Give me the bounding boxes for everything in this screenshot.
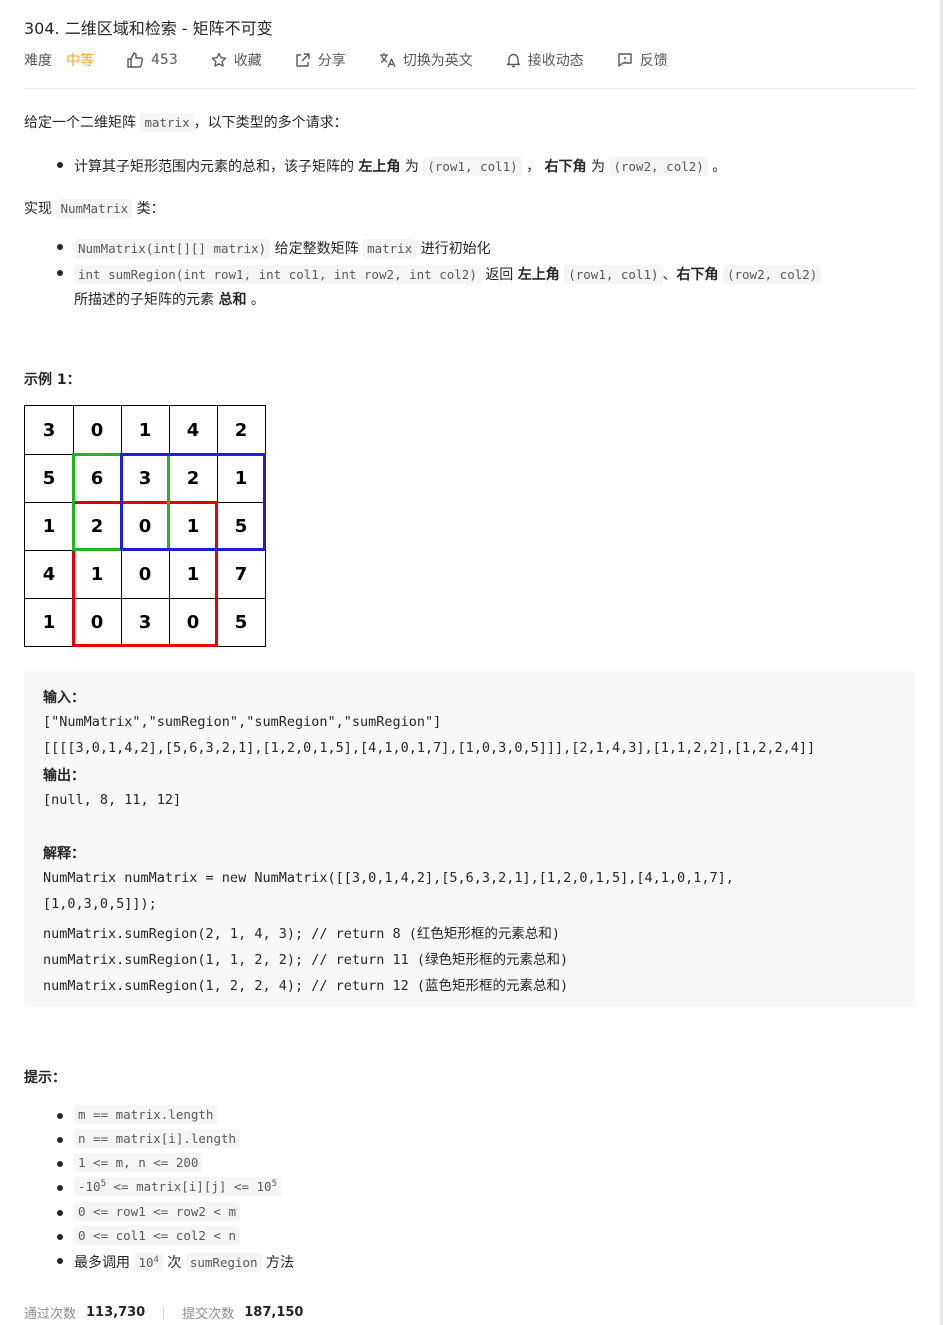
divider <box>24 88 915 89</box>
star-icon <box>211 52 226 67</box>
blue-region-box <box>120 453 266 551</box>
matrix-cell: 5 <box>234 611 248 633</box>
bullet-dot <box>57 1234 63 1240</box>
favorite-label: 收藏 <box>233 53 262 69</box>
method-sumregion-cont: 所描述的子矩阵的元素 总和 。 <box>74 292 265 308</box>
matrix-cell: 0 <box>90 419 104 441</box>
switch-language-button[interactable]: 切换为英文 <box>379 50 473 70</box>
explain-line-4: numMatrix.sumRegion(1, 1, 2, 2); // retu… <box>43 952 569 968</box>
share-label: 分享 <box>317 53 346 69</box>
hint-item: m == matrix.length <box>74 1105 218 1124</box>
hint-item: -105 <= matrix[i][j] <= 105 <box>74 1177 281 1196</box>
bell-icon <box>506 53 520 68</box>
hints-heading: 提示： <box>24 1070 66 1086</box>
accepted-label: 通过次数 <box>24 1307 77 1322</box>
explain-label: 解释： <box>43 846 85 862</box>
hint-item: 0 <= row1 <= row2 < m <box>74 1202 241 1221</box>
favorite-button[interactable]: 收藏 <box>211 50 262 70</box>
bullet-dot <box>57 270 63 276</box>
matrix-cell: 1 <box>42 515 56 537</box>
problem-meta-bar: 难度 中等 453 收藏 分享 切换为英文 接收动态 反馈 <box>24 50 701 70</box>
explain-line-3: numMatrix.sumRegion(2, 1, 4, 3); // retu… <box>43 926 561 942</box>
feedback-button[interactable]: 反馈 <box>617 50 668 70</box>
submitted-label: 提交次数 <box>182 1307 235 1322</box>
request-description: 计算其子矩形范围内元素的总和，该子矩阵的 左上角 为 (row1, col1) … <box>74 157 727 176</box>
method-constructor: NumMatrix(int[][] matrix) 给定整数矩阵 matrix … <box>74 238 491 258</box>
share-icon <box>296 53 310 67</box>
example-matrix-image: 3014256321120154101710305 <box>24 405 266 647</box>
difficulty-badge: 中等 <box>66 53 94 69</box>
example-heading: 示例 1： <box>24 372 81 388</box>
explain-line-1: NumMatrix numMatrix = new NumMatrix([[3,… <box>43 870 734 886</box>
bullet-dot <box>57 1113 63 1119</box>
input-line-2: [[[[3,0,1,4,2],[5,6,3,2,1],[1,2,0,1,5],[… <box>43 740 816 756</box>
switch-language-label: 切换为英文 <box>402 53 473 69</box>
hint-item: n == matrix[i].length <box>74 1129 241 1148</box>
hint-item: 0 <= col1 <= col2 < n <box>74 1226 241 1245</box>
submission-stats: 通过次数 113,730 提交次数 187,150 <box>24 1303 303 1322</box>
input-label: 输入： <box>43 690 85 706</box>
bullet-dot <box>57 1137 63 1143</box>
bullet-dot <box>57 162 63 168</box>
intro-text: 给定一个二维矩阵 matrix ，以下类型的多个请求： <box>24 113 348 132</box>
matrix-cell: 4 <box>42 563 56 585</box>
explain-line-2: [1,0,3,0,5]]); <box>43 896 157 912</box>
submitted-count: 187,150 <box>244 1305 304 1320</box>
matrix-cell: 1 <box>138 419 152 441</box>
share-button[interactable]: 分享 <box>295 50 346 70</box>
matrix-cell: 1 <box>42 611 56 633</box>
input-line-1: ["NumMatrix","sumRegion","sumRegion","su… <box>43 714 442 730</box>
thumbs-up-icon <box>127 52 144 68</box>
example-code-block: 输入： ["NumMatrix","sumRegion","sumRegion"… <box>24 671 915 1007</box>
bullet-dot <box>57 244 63 250</box>
notify-button[interactable]: 接收动态 <box>506 50 584 70</box>
matrix-cell: 4 <box>186 419 200 441</box>
hint-item: 最多调用 104 次 sumRegion 方法 <box>74 1253 295 1272</box>
translate-icon <box>379 53 396 68</box>
difficulty-label: 难度 <box>24 53 52 69</box>
notify-label: 接收动态 <box>527 53 584 69</box>
feedback-label: 反馈 <box>639 53 668 69</box>
bullet-dot <box>57 1210 63 1216</box>
like-count: 453 <box>151 52 178 68</box>
matrix-cell: 3 <box>42 419 56 441</box>
output-label: 输出： <box>43 768 85 784</box>
hint-item: 1 <= m, n <= 200 <box>74 1153 203 1172</box>
bullet-dot <box>57 1185 63 1191</box>
matrix-cell: 2 <box>234 419 248 441</box>
output-line: [null, 8, 11, 12] <box>43 792 182 808</box>
bullet-dot <box>57 1161 63 1167</box>
stats-divider <box>163 1305 165 1320</box>
like-button[interactable]: 453 <box>127 52 178 68</box>
accepted-count: 113,730 <box>86 1305 146 1320</box>
matrix-cell: 5 <box>42 467 56 489</box>
problem-title: 304. 二维区域和检索 - 矩阵不可变 <box>24 19 273 38</box>
method-sumregion: int sumRegion(int row1, int col1, int ro… <box>74 264 822 284</box>
matrix-cell: 7 <box>234 563 248 585</box>
bullet-dot <box>57 1258 63 1264</box>
implement-text: 实现 NumMatrix 类： <box>24 199 165 218</box>
feedback-icon <box>618 53 632 67</box>
explain-line-5: numMatrix.sumRegion(1, 2, 2, 4); // retu… <box>43 978 569 994</box>
